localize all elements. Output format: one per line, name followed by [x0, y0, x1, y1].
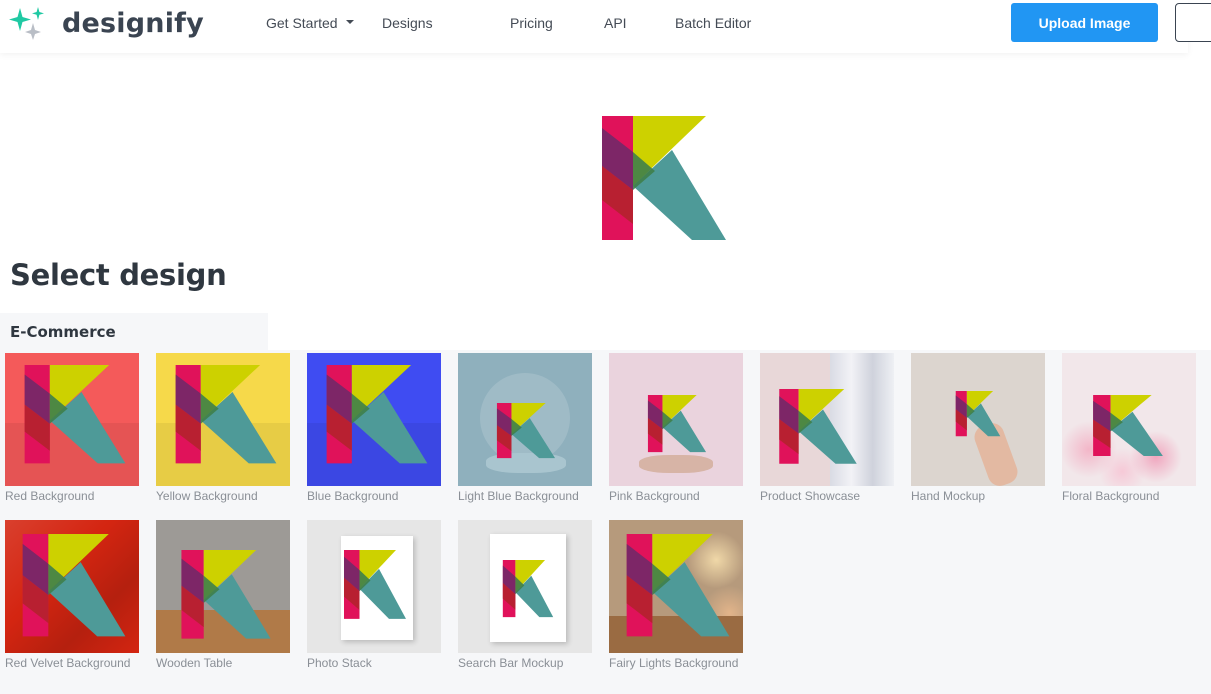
uploaded-k-logo-preview	[602, 116, 726, 240]
design-label: Fairy Lights Background	[609, 656, 739, 670]
design-card[interactable]: Fairy Lights Background	[609, 520, 743, 670]
design-thumbnail[interactable]	[760, 353, 894, 486]
k-logo-icon	[1093, 395, 1163, 457]
design-card[interactable]: Light Blue Background	[458, 353, 592, 503]
design-label: Wooden Table	[156, 656, 233, 670]
k-logo-icon	[175, 365, 277, 464]
design-label: Yellow Background	[156, 489, 258, 503]
k-logo-icon	[344, 550, 406, 619]
design-card[interactable]: Search Bar Mockup	[458, 520, 592, 670]
design-card[interactable]: Photo Stack	[307, 520, 441, 670]
design-card[interactable]: Wooden Table	[156, 520, 290, 670]
upload-image-button[interactable]: Upload Image	[1011, 3, 1158, 42]
design-thumbnail[interactable]	[156, 353, 290, 486]
design-thumbnail[interactable]	[307, 520, 441, 653]
k-logo-icon	[24, 365, 126, 464]
k-logo-icon	[502, 560, 554, 618]
nav-batch-editor[interactable]: Batch Editor	[675, 13, 751, 33]
page-title: Select design	[10, 258, 227, 292]
design-card[interactable]: Hand Mockup	[911, 353, 1045, 503]
design-label: Hand Mockup	[911, 489, 986, 503]
tab-e-commerce-label: E-Commerce	[10, 323, 116, 341]
design-thumbnail[interactable]	[609, 353, 743, 486]
design-label: Search Bar Mockup	[458, 656, 564, 670]
k-logo-icon	[326, 365, 428, 464]
design-card[interactable]: Pink Background	[609, 353, 743, 503]
caret-down-icon	[345, 20, 354, 25]
k-logo-icon	[22, 534, 126, 637]
design-grid: Red Background Yellow Background Blue Back…	[0, 350, 1211, 694]
sparkle-icon	[9, 7, 44, 40]
design-label: Red Velvet Background	[5, 656, 131, 670]
nav-designs[interactable]: Designs	[382, 13, 433, 33]
design-card[interactable]: Product Showcase	[760, 353, 894, 503]
design-label: Pink Background	[609, 489, 700, 503]
tab-e-commerce[interactable]: E-Commerce	[0, 313, 268, 351]
design-card[interactable]: Blue Background	[307, 353, 441, 503]
design-label: Red Background	[5, 489, 95, 503]
brand-logo[interactable]: designify	[8, 6, 204, 40]
design-card[interactable]: Yellow Background	[156, 353, 290, 503]
design-thumbnail[interactable]	[5, 520, 139, 653]
design-thumbnail[interactable]	[307, 353, 441, 486]
design-thumbnail[interactable]	[911, 353, 1045, 486]
nav-pricing[interactable]: Pricing	[510, 13, 553, 33]
design-thumbnail[interactable]	[1062, 353, 1196, 486]
design-label: Blue Background	[307, 489, 399, 503]
k-logo-icon	[779, 389, 857, 464]
nav-get-started-label: Get Started	[266, 15, 338, 31]
k-logo-icon	[647, 395, 707, 453]
design-thumbnail[interactable]	[5, 353, 139, 486]
design-thumbnail[interactable]	[156, 520, 290, 653]
design-card[interactable]: Red Velvet Background	[5, 520, 139, 670]
design-label: Light Blue Background	[458, 489, 579, 503]
secondary-header-button[interactable]	[1175, 3, 1211, 42]
k-logo-icon	[955, 391, 1001, 437]
k-logo-icon	[626, 534, 730, 637]
pink-podium	[639, 455, 713, 473]
design-card[interactable]: Floral Background	[1062, 353, 1196, 503]
design-card[interactable]: Red Background	[5, 353, 139, 503]
design-label: Product Showcase	[760, 489, 861, 503]
design-thumbnail[interactable]	[458, 520, 592, 653]
top-nav-bar: designify Get Started Designs Pricing AP…	[0, 0, 1211, 53]
nav-api[interactable]: API	[604, 13, 627, 33]
design-label: Floral Background	[1062, 489, 1160, 503]
brand-name: designify	[62, 7, 204, 39]
k-logo-icon	[496, 403, 556, 459]
design-thumbnail[interactable]	[609, 520, 743, 653]
k-logo-icon	[181, 550, 271, 639]
nav-get-started[interactable]: Get Started	[266, 13, 354, 33]
design-label: Photo Stack	[307, 656, 372, 670]
design-thumbnail[interactable]	[458, 353, 592, 486]
